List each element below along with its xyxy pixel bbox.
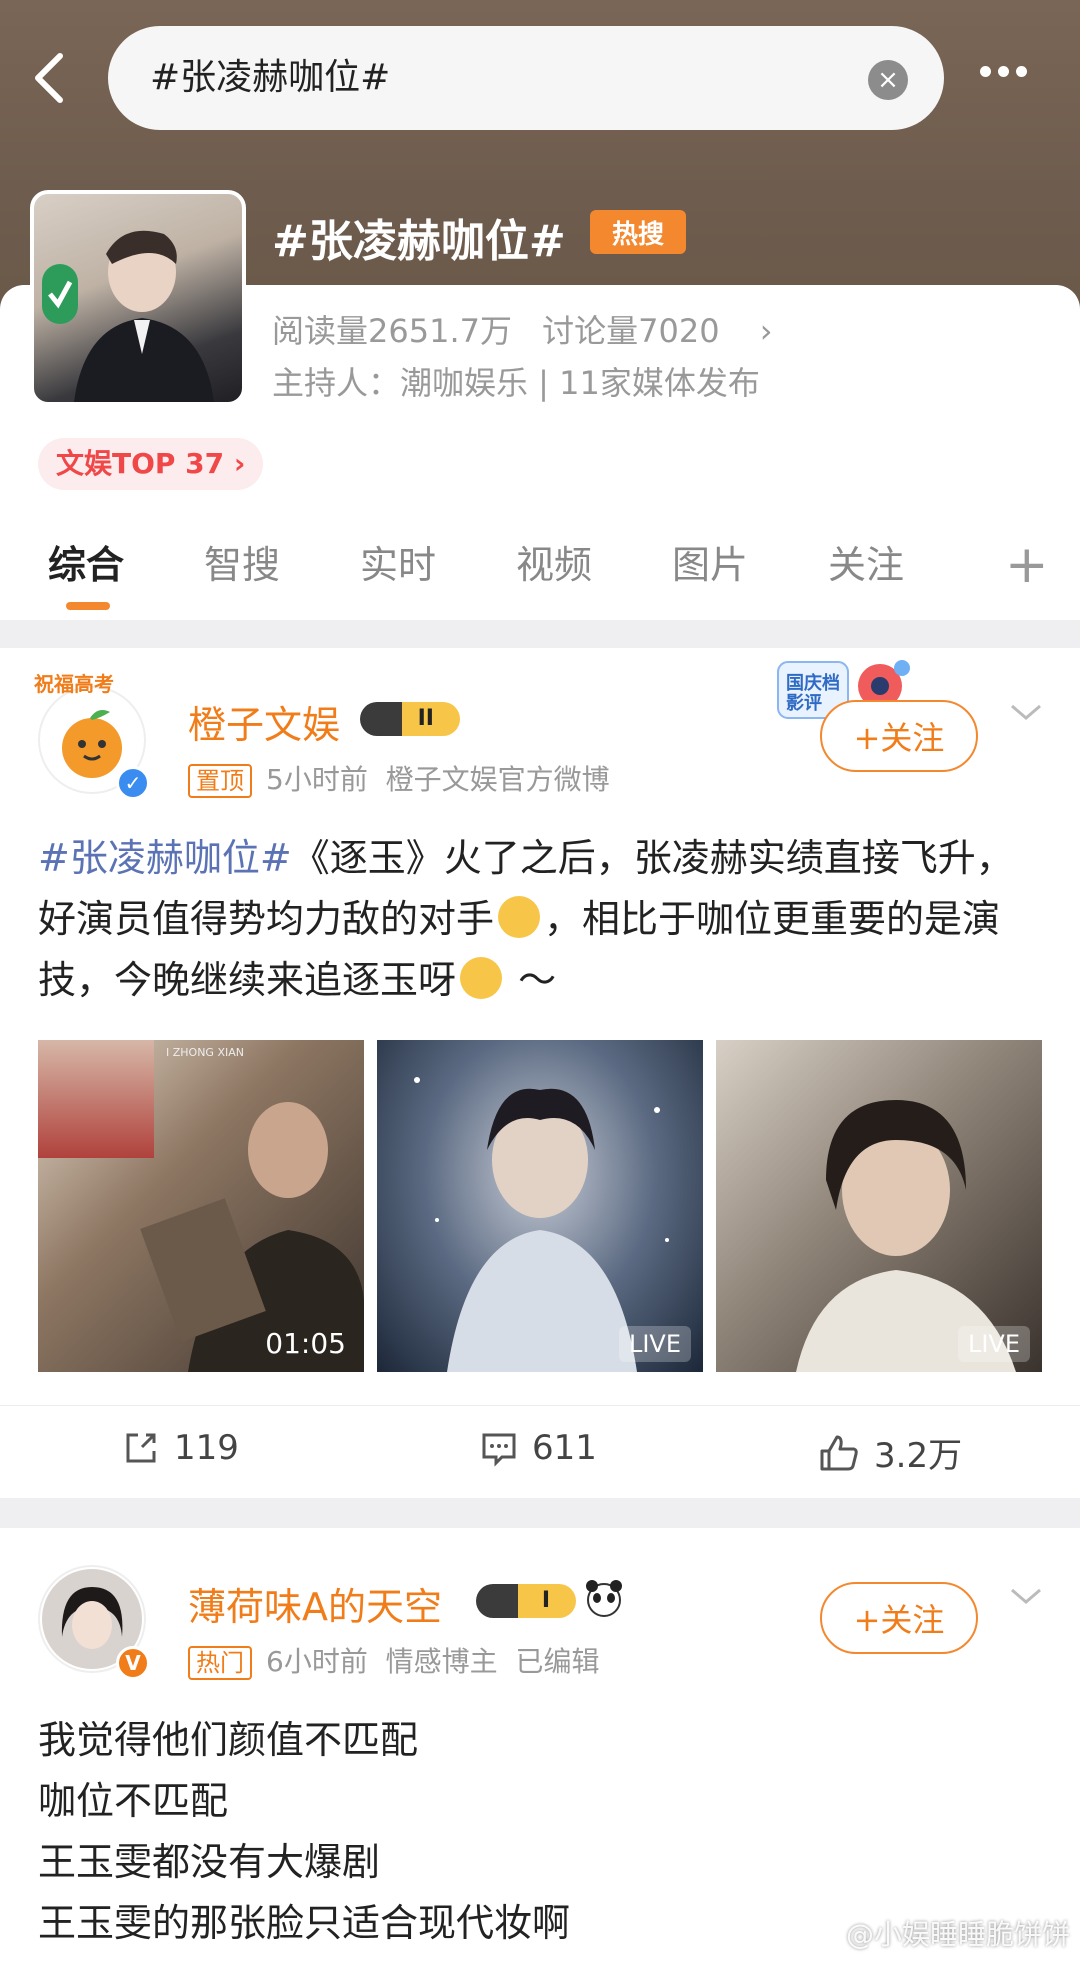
media-live-photo[interactable]: LIVE xyxy=(377,1040,703,1372)
thumbs-up-icon xyxy=(820,1435,858,1470)
post-meta: 热门 6小时前 情感博主 已编辑 xyxy=(188,1640,599,1680)
tab-pictures[interactable]: 图片 xyxy=(672,532,748,612)
post-action-bar: 119 611 3.2万 xyxy=(0,1405,1080,1477)
laugh-emoji-icon xyxy=(460,957,503,999)
media-live-photo[interactable]: LIVE xyxy=(716,1040,1042,1372)
like-count: 3.2万 xyxy=(874,1436,963,1476)
hot-search-badge: 热搜 xyxy=(590,210,686,254)
live-photo-scene-icon xyxy=(796,1100,1016,1372)
post-source: 橙子文娱官方微博 xyxy=(385,763,610,796)
chevron-right-icon: › xyxy=(759,312,773,350)
crown-level-badge: II xyxy=(360,702,460,736)
media-video-thumbnail[interactable]: I ZHONG XIAN 01:05 xyxy=(38,1040,364,1372)
post-hashtag-link[interactable]: #张凌赫咖位# xyxy=(38,836,292,880)
top-bar: #张凌赫咖位# × xyxy=(0,20,1080,140)
tab-video[interactable]: 视频 xyxy=(516,532,592,612)
tab-realtime[interactable]: 实时 xyxy=(360,532,436,612)
post-body: 我觉得他们颜值不匹配 咖位不匹配 王玉雯都没有大爆剧 王玉雯的那张脸只适合现代妆… xyxy=(38,1710,570,1954)
follow-label: +关注 xyxy=(853,719,945,757)
crown-level-text: I xyxy=(541,1588,550,1613)
post-line: 王玉雯的那张脸只适合现代妆啊 xyxy=(38,1901,571,1945)
more-dots-icon xyxy=(980,62,1034,81)
avatar-banner: 祝福高考 xyxy=(34,672,114,696)
follow-button[interactable]: +关注 xyxy=(820,1582,978,1654)
search-input[interactable]: #张凌赫咖位# × xyxy=(108,26,944,130)
comment-count: 611 xyxy=(532,1428,597,1468)
post-time: 5小时前 xyxy=(266,763,368,796)
crown-level-badge: I xyxy=(476,1584,576,1618)
post-meta: 置顶 5小时前 橙子文娱官方微博 xyxy=(188,758,610,798)
post-time: 6小时前 xyxy=(266,1645,368,1678)
back-button[interactable] xyxy=(22,48,82,108)
search-query: #张凌赫咖位# xyxy=(150,57,391,98)
chevron-down-icon xyxy=(1011,1588,1041,1604)
repost-count: 119 xyxy=(174,1428,239,1468)
hot-badge-label: 热搜 xyxy=(611,219,664,250)
read-count: 阅读量2651.7万 xyxy=(272,312,512,350)
repost-button[interactable]: 119 xyxy=(122,1428,239,1468)
live-label: LIVE xyxy=(618,1326,691,1362)
post-line: 王玉雯都没有大爆剧 xyxy=(38,1840,381,1884)
cover-portrait-icon xyxy=(42,230,214,402)
post-username[interactable]: 橙子文娱 xyxy=(188,694,340,749)
live-photo-scene-icon xyxy=(414,1077,669,1372)
tab-following[interactable]: 关注 xyxy=(828,532,904,612)
panda-icon xyxy=(584,1578,624,1618)
post-line: 我觉得他们颜值不匹配 xyxy=(38,1718,419,1762)
post-line: 咖位不匹配 xyxy=(38,1779,229,1823)
post-username[interactable]: 薄荷味A的天空 xyxy=(188,1576,442,1631)
live-label: LIVE xyxy=(957,1326,1030,1362)
close-icon: × xyxy=(877,65,899,95)
tab-smart-search[interactable]: 智搜 xyxy=(204,532,280,612)
tab-comprehensive[interactable]: 综合 xyxy=(48,532,124,612)
post-menu-button[interactable] xyxy=(1008,700,1044,728)
rank-pill[interactable]: 文娱TOP 37 › xyxy=(38,438,264,490)
back-arrow-icon xyxy=(35,53,63,103)
video-duration: 01:05 xyxy=(265,1327,346,1360)
pinned-tag: 置顶 xyxy=(188,764,252,798)
hug-emoji-icon xyxy=(498,896,541,938)
like-button[interactable]: 3.2万 xyxy=(818,1428,962,1477)
clear-search-button[interactable]: × xyxy=(868,60,908,100)
discussion-count: 讨论量7020 xyxy=(542,312,720,350)
crown-level-text: II xyxy=(417,706,434,731)
post-text-part-3: ～ xyxy=(506,958,557,1002)
video-scene-icon xyxy=(140,1102,364,1372)
hot-tag: 热门 xyxy=(188,1646,252,1680)
post-category: 情感博主 xyxy=(385,1645,498,1678)
follow-button[interactable]: +关注 xyxy=(820,700,978,772)
follow-label: +关注 xyxy=(853,1601,945,1639)
post-body: #张凌赫咖位#《逐玉》火了之后，张凌赫实绩直接飞升，好演员值得势均力敌的对手 ，相… xyxy=(38,828,1042,1011)
verified-badge-icon: ✓ xyxy=(116,766,150,800)
active-tab-indicator xyxy=(66,602,110,610)
post-menu-button[interactable] xyxy=(1008,1584,1044,1612)
edited-label: 已编辑 xyxy=(515,1645,600,1678)
rank-label: 文娱TOP 37 › xyxy=(56,447,246,480)
more-options-button[interactable] xyxy=(980,62,1040,92)
repost-icon xyxy=(126,1433,156,1463)
watermark: @小娱睡睡脆饼饼 xyxy=(845,1918,1070,1951)
comment-icon xyxy=(482,1433,516,1467)
topic-stats[interactable]: 阅读量2651.7万 讨论量7020 › xyxy=(272,306,793,352)
tab-bar: 综合 智搜 实时 视频 图片 关注 + xyxy=(0,532,1080,620)
comment-button[interactable]: 611 xyxy=(480,1428,597,1468)
add-tab-button[interactable]: + xyxy=(1005,532,1049,598)
topic-title: #张凌赫咖位# xyxy=(272,216,566,267)
topic-cover-image[interactable] xyxy=(30,190,246,406)
chevron-down-icon xyxy=(1011,704,1041,720)
topic-host: 主持人：潮咖娱乐 | 11家媒体发布 xyxy=(272,364,760,402)
verified-badge-icon: V xyxy=(116,1646,150,1680)
